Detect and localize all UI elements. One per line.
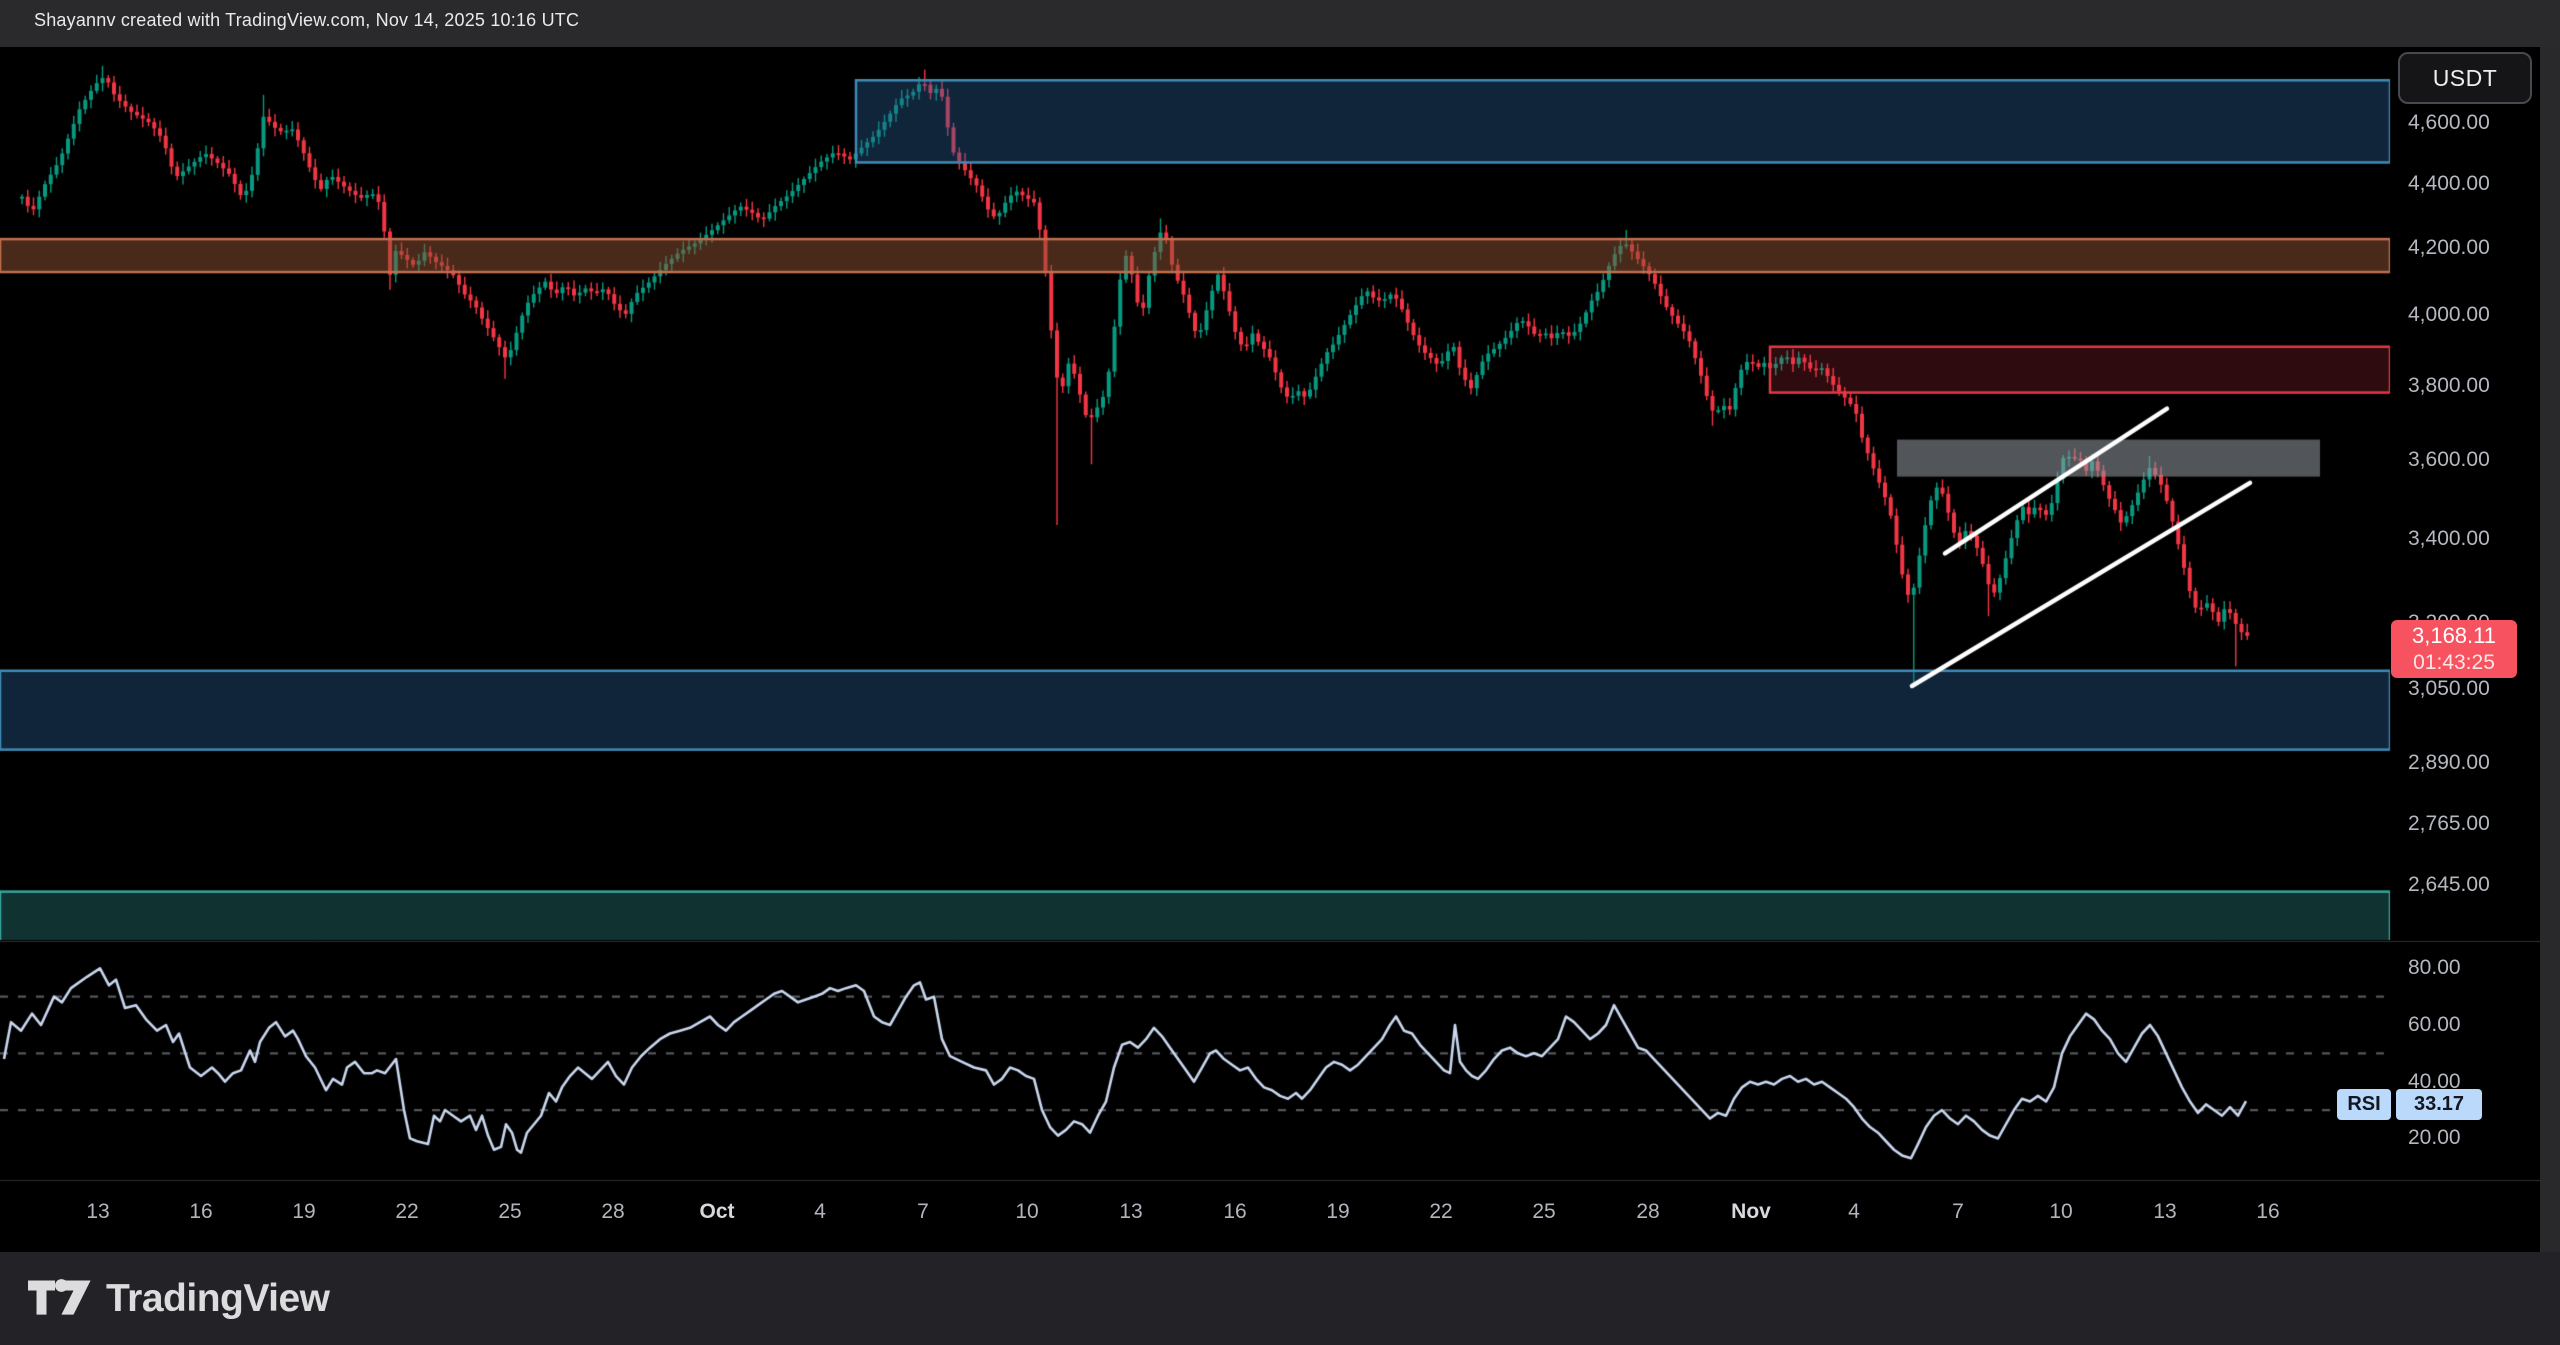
time-axis-label: 7 bbox=[917, 1200, 929, 1224]
tradingview-logo-icon bbox=[28, 1275, 92, 1323]
attribution-text: Shayannv created with TradingView.com, N… bbox=[34, 10, 579, 30]
price-axis-label: 4,600.00 bbox=[2408, 111, 2490, 135]
rsi-value-badge: 33.17 bbox=[2396, 1089, 2482, 1120]
rsi-axis-label: 80.00 bbox=[2408, 956, 2461, 980]
time-axis-label: 13 bbox=[2153, 1200, 2176, 1224]
last-price-badge: 3,168.11 01:43:25 bbox=[2391, 620, 2517, 678]
quote-currency-label: USDT bbox=[2433, 65, 2498, 92]
rsi-label-text: RSI bbox=[2347, 1093, 2380, 1116]
time-axis-label: 10 bbox=[2049, 1200, 2072, 1224]
footer-bar: TradingView bbox=[0, 1252, 2560, 1345]
price-axis-label: 2,890.00 bbox=[2408, 751, 2490, 775]
rsi-axis-label: 20.00 bbox=[2408, 1126, 2461, 1150]
last-price-value: 3,168.11 bbox=[2412, 622, 2496, 649]
price-axis-label: 4,000.00 bbox=[2408, 303, 2490, 327]
time-axis-label: 28 bbox=[601, 1200, 624, 1224]
time-axis-label: 16 bbox=[2256, 1200, 2279, 1224]
right-margin-strip bbox=[2540, 47, 2560, 1252]
price-axis-label: 4,400.00 bbox=[2408, 172, 2490, 196]
time-axis-label: 10 bbox=[1015, 1200, 1038, 1224]
time-axis-label: 25 bbox=[1532, 1200, 1555, 1224]
time-axis-label: 28 bbox=[1636, 1200, 1659, 1224]
rsi-value-text: 33.17 bbox=[2414, 1093, 2464, 1116]
rsi-axis-label: 60.00 bbox=[2408, 1013, 2461, 1037]
time-axis-label: 19 bbox=[1326, 1200, 1349, 1224]
time-axis-label: 16 bbox=[1223, 1200, 1246, 1224]
time-axis-label: 4 bbox=[814, 1200, 826, 1224]
time-axis-label: 7 bbox=[1952, 1200, 1964, 1224]
tradingview-snapshot: Shayannv created with TradingView.com, N… bbox=[0, 0, 2560, 1345]
price-axis-label: 3,800.00 bbox=[2408, 374, 2490, 398]
rsi-indicator-label: RSI bbox=[2337, 1089, 2391, 1120]
price-axis-label: 3,050.00 bbox=[2408, 677, 2490, 701]
time-axis-label: 13 bbox=[86, 1200, 109, 1224]
time-axis-label: 22 bbox=[1429, 1200, 1452, 1224]
time-axis-label: 22 bbox=[395, 1200, 418, 1224]
tradingview-logo[interactable]: TradingView bbox=[28, 1275, 330, 1323]
time-axis-label: 19 bbox=[292, 1200, 315, 1224]
price-axis-label: 4,200.00 bbox=[2408, 236, 2490, 260]
tradingview-brand-text: TradingView bbox=[106, 1277, 330, 1321]
attribution-bar: Shayannv created with TradingView.com, N… bbox=[0, 0, 2560, 47]
time-axis-label: 25 bbox=[498, 1200, 521, 1224]
price-axis-label: 2,765.00 bbox=[2408, 812, 2490, 836]
time-axis-label: Oct bbox=[699, 1200, 734, 1224]
time-axis-label: Nov bbox=[1731, 1200, 1771, 1224]
price-axis-label: 2,645.00 bbox=[2408, 873, 2490, 897]
price-axis-label: 3,600.00 bbox=[2408, 448, 2490, 472]
time-axis-label: 13 bbox=[1119, 1200, 1142, 1224]
quote-currency-button[interactable]: USDT bbox=[2398, 52, 2532, 104]
time-axis-label: 4 bbox=[1848, 1200, 1860, 1224]
price-chart-canvas[interactable] bbox=[0, 0, 2560, 1345]
bar-close-countdown: 01:43:25 bbox=[2413, 649, 2495, 676]
price-axis-label: 3,400.00 bbox=[2408, 527, 2490, 551]
time-axis-label: 16 bbox=[189, 1200, 212, 1224]
